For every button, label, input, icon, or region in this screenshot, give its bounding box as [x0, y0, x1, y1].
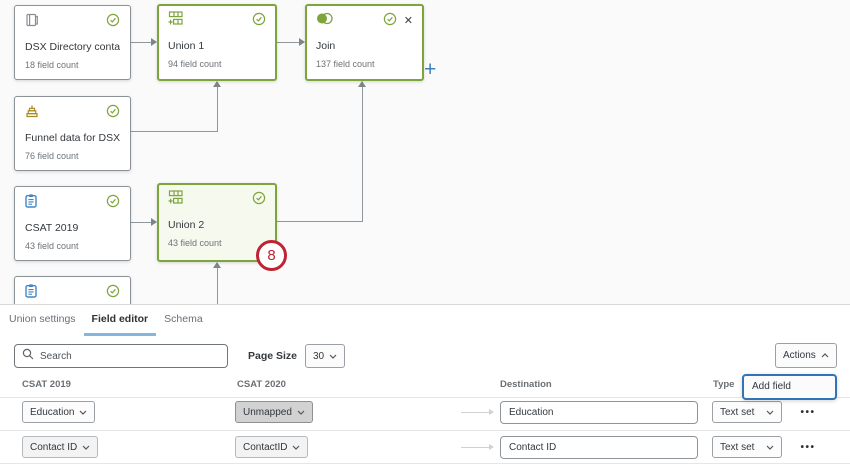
arrowhead-up-icon: [213, 81, 221, 87]
connector-union2-join-v: [362, 87, 363, 222]
node-csat-2019[interactable]: CSAT 2019 43 field count: [14, 186, 131, 261]
node-field-count: 76 field count: [25, 151, 120, 161]
chevron-down-icon: [297, 407, 305, 418]
join-icon: [316, 12, 333, 30]
type-select[interactable]: Text set: [712, 401, 782, 423]
source2-field-select[interactable]: ContactID: [235, 436, 308, 458]
connector-csat2019-union2: [131, 222, 152, 223]
header-divider: [0, 397, 850, 398]
destination-input[interactable]: [500, 401, 698, 424]
node-field-count: 43 field count: [25, 241, 120, 251]
source2-field-select[interactable]: Unmapped: [235, 401, 313, 423]
check-circle-icon: [252, 191, 266, 210]
union-icon: [168, 190, 186, 210]
actions-label: Actions: [783, 350, 816, 361]
select-value: ContactID: [243, 442, 287, 453]
chevron-down-icon: [292, 442, 300, 453]
node-union-1[interactable]: Union 1 94 field count: [157, 4, 277, 81]
node-partial[interactable]: [14, 276, 131, 304]
connector-union2-join-h: [277, 221, 363, 222]
source-field-select[interactable]: Contact ID: [22, 436, 98, 458]
check-circle-icon: [383, 12, 397, 31]
directory-icon: [25, 13, 39, 32]
type-select[interactable]: Text set: [712, 436, 782, 458]
select-value: Text set: [720, 442, 754, 453]
search-icon: [22, 347, 34, 365]
node-title: Union 2: [168, 219, 266, 231]
column-header-csat-2019: CSAT 2019: [22, 379, 71, 390]
select-value: Text set: [720, 407, 754, 418]
chevron-up-icon: [821, 350, 829, 361]
union-icon: [168, 11, 186, 31]
node-field-count: 137 field count: [316, 59, 413, 69]
chevron-down-icon: [82, 442, 90, 453]
node-title: DSX Directory contacts: [25, 41, 120, 53]
search-box[interactable]: [14, 344, 228, 368]
chevron-down-icon: [329, 351, 337, 362]
tab-schema[interactable]: Schema: [156, 305, 211, 336]
chevron-down-icon: [766, 442, 774, 453]
column-header-type: Type: [713, 379, 734, 390]
column-header-csat-2020: CSAT 2020: [237, 379, 286, 390]
actions-button[interactable]: Actions: [775, 343, 837, 368]
select-value: Contact ID: [30, 442, 77, 453]
node-join[interactable]: ✕ Join 137 field count: [305, 4, 424, 81]
select-value: Unmapped: [243, 407, 292, 418]
panel-tabs: Union settings Field editor Schema: [1, 305, 211, 336]
mapping-arrow-icon: [461, 447, 489, 448]
check-circle-icon: [106, 104, 120, 123]
clipboard-icon: [25, 284, 37, 303]
column-header-destination: Destination: [500, 379, 552, 390]
connector-dsx-union1: [131, 42, 152, 43]
row-divider: [0, 430, 850, 431]
check-circle-icon: [106, 284, 120, 303]
tab-field-editor[interactable]: Field editor: [84, 305, 157, 336]
clipboard-icon: [25, 194, 37, 213]
destination-input[interactable]: [500, 436, 698, 459]
check-circle-icon: [252, 12, 266, 31]
add-node-icon[interactable]: +: [424, 58, 436, 82]
field-editor-panel: Union settings Field editor Schema Page …: [0, 304, 850, 468]
connector-funnel-union1-v: [217, 87, 218, 132]
node-dsx-directory-contacts[interactable]: DSX Directory contacts 18 field count: [14, 5, 131, 80]
page-size-select[interactable]: 30: [305, 344, 345, 368]
pipeline-canvas: DSX Directory contacts 18 field count Un…: [0, 0, 850, 304]
tab-union-settings[interactable]: Union settings: [1, 305, 84, 336]
source-field-select[interactable]: Education: [22, 401, 95, 423]
row-divider: [0, 463, 850, 464]
node-field-count: 94 field count: [168, 59, 266, 69]
node-title: Union 1: [168, 40, 266, 52]
connector-union1-join: [277, 42, 300, 43]
select-value: Education: [30, 407, 74, 418]
page-size-value: 30: [313, 351, 324, 362]
arrowhead-up-icon: [213, 262, 221, 268]
node-title: CSAT 2019: [25, 222, 120, 234]
page-size-label: Page Size: [248, 344, 297, 368]
node-field-count: 18 field count: [25, 60, 120, 70]
node-title: Join: [316, 40, 413, 52]
connector-hidden-union2-v: [217, 268, 218, 304]
close-icon[interactable]: ✕: [404, 14, 413, 28]
chevron-down-icon: [79, 407, 87, 418]
arrowhead-up-icon: [358, 81, 366, 87]
chevron-down-icon: [766, 407, 774, 418]
funnel-icon: [25, 104, 39, 123]
check-circle-icon: [106, 194, 120, 213]
overflow-menu-icon[interactable]: •••: [798, 442, 818, 453]
check-circle-icon: [106, 13, 120, 32]
node-funnel-data[interactable]: Funnel data for DSX ... 76 field count: [14, 96, 131, 171]
overflow-menu-icon[interactable]: •••: [798, 407, 818, 418]
mapping-arrow-icon: [461, 412, 489, 413]
menu-item-add-field[interactable]: Add field: [742, 374, 837, 400]
node-field-count: 43 field count: [168, 238, 266, 248]
data-mapper-app: DSX Directory contacts 18 field count Un…: [0, 0, 850, 468]
annotation-badge: 8: [256, 240, 287, 271]
connector-funnel-union1-h: [131, 131, 218, 132]
node-title: Funnel data for DSX ...: [25, 132, 120, 144]
search-input[interactable]: [40, 351, 220, 362]
